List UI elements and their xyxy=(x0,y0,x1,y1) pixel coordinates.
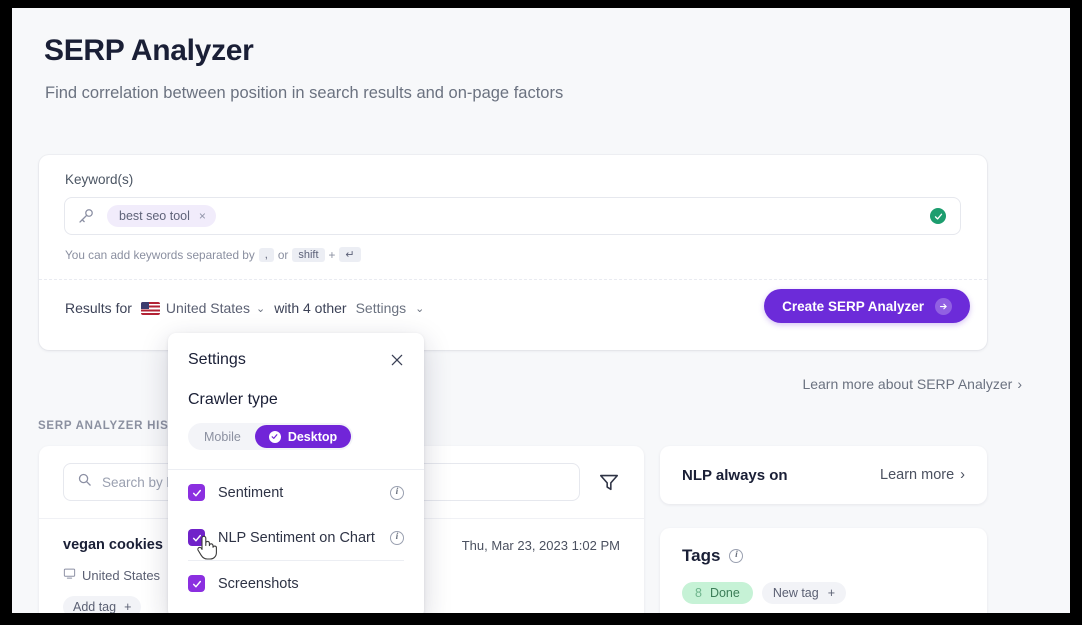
setting-option-sentiment[interactable]: Sentiment i xyxy=(168,470,424,515)
page-subtitle: Find correlation between position in sea… xyxy=(45,84,564,102)
search-icon xyxy=(77,472,92,492)
setting-option-screenshots[interactable]: Screenshots xyxy=(168,561,424,606)
create-button-label: Create SERP Analyzer xyxy=(782,298,924,314)
new-tag-label: New tag xyxy=(772,586,819,600)
keyword-hint: You can add keywords separated by , or s… xyxy=(65,247,361,262)
chevron-down-icon: ⌄ xyxy=(255,302,266,315)
new-tag-button[interactable]: New tag + xyxy=(761,582,847,604)
crawler-option-desktop-label: Desktop xyxy=(287,429,338,444)
keyword-valid-icon xyxy=(930,208,946,224)
plus-icon: + xyxy=(124,600,132,613)
page-title: SERP Analyzer xyxy=(44,34,254,67)
checkbox-screenshots[interactable] xyxy=(188,575,205,592)
setting-option-nlp-sentiment-label: NLP Sentiment on Chart xyxy=(218,529,375,546)
keyword-hint-prefix: You can add keywords separated by xyxy=(65,247,255,262)
setting-option-screenshots-label: Screenshots xyxy=(218,575,299,592)
close-icon[interactable] xyxy=(390,353,404,367)
checkbox-nlp-sentiment-on-chart[interactable] xyxy=(188,529,205,546)
keyword-chip-remove-icon[interactable]: × xyxy=(199,210,206,222)
add-tag-button[interactable]: Add tag + xyxy=(63,596,142,613)
nlp-learn-more-label: Learn more xyxy=(880,467,955,483)
plus-icon: + xyxy=(827,586,836,600)
tags-title: Tags xyxy=(682,546,721,565)
app-screen: SERP Analyzer Find correlation between p… xyxy=(12,8,1070,613)
country-selector[interactable]: United States ⌄ xyxy=(140,300,266,316)
check-circle-icon xyxy=(268,430,281,443)
tag-done-label: Done xyxy=(709,586,740,600)
tags-card: Tags i 8 Done New tag + xyxy=(660,528,987,613)
history-location-label: United States xyxy=(82,567,161,583)
keyword-chip[interactable]: best seo tool × xyxy=(107,205,216,227)
country-name: United States xyxy=(165,300,250,316)
chevron-right-icon: › xyxy=(1017,376,1022,392)
info-icon[interactable]: i xyxy=(390,530,404,545)
crawler-type-label: Crawler type xyxy=(188,391,278,408)
nlp-card-title: NLP always on xyxy=(682,466,788,484)
learn-more-label: Learn more about SERP Analyzer xyxy=(802,376,1013,392)
kbd-enter: ↵ xyxy=(339,247,361,262)
monitor-icon xyxy=(63,567,76,583)
keyword-chip-label: best seo tool xyxy=(119,209,190,223)
crawler-option-mobile[interactable]: Mobile xyxy=(190,425,255,448)
add-tag-label: Add tag xyxy=(73,600,117,613)
results-for-label: Results for xyxy=(65,300,132,316)
keyword-hint-plus: + xyxy=(328,247,336,262)
key-icon xyxy=(77,207,95,225)
history-keyword: vegan cookies xyxy=(63,537,163,553)
tag-done[interactable]: 8 Done xyxy=(682,582,753,604)
keyword-hint-or: or xyxy=(277,247,289,262)
nlp-learn-more-link[interactable]: Learn more › xyxy=(880,467,965,483)
us-flag-icon xyxy=(140,301,160,315)
checkbox-sentiment[interactable] xyxy=(188,484,205,501)
arrow-right-icon xyxy=(935,297,952,315)
history-date: Thu, Mar 23, 2023 1:02 PM xyxy=(461,537,620,553)
setting-option-sentiment-label: Sentiment xyxy=(218,484,284,501)
settings-dropdown-toggle[interactable]: Settings xyxy=(356,300,407,316)
kbd-comma: , xyxy=(258,247,274,262)
settings-popup-title: Settings xyxy=(188,351,246,368)
keyword-label: Keyword(s) xyxy=(65,172,134,187)
info-icon[interactable]: i xyxy=(729,549,744,563)
tag-done-count: 8 xyxy=(695,586,702,600)
setting-option-nlp-sentiment-on-chart[interactable]: NLP Sentiment on Chart i xyxy=(168,515,424,560)
crawler-type-toggle[interactable]: Mobile Desktop xyxy=(188,423,354,450)
with-other-label: with 4 other xyxy=(274,300,347,316)
create-serp-analyzer-button[interactable]: Create SERP Analyzer xyxy=(764,289,970,323)
learn-more-serp-analyzer-link[interactable]: Learn more about SERP Analyzer › xyxy=(802,376,1022,392)
kbd-shift: shift xyxy=(292,247,325,262)
tags-list: 8 Done New tag + xyxy=(682,582,965,604)
chevron-right-icon: › xyxy=(960,467,965,483)
settings-chevron-down-icon[interactable]: ⌄ xyxy=(415,302,424,315)
card-divider xyxy=(39,279,987,280)
settings-popup: Settings Crawler type Mobile Desktop Sen… xyxy=(168,333,424,613)
crawler-option-mobile-label: Mobile xyxy=(204,429,241,444)
results-row: Results for United States ⌄ with 4 other… xyxy=(65,300,424,316)
tags-header: Tags i xyxy=(682,546,965,566)
nlp-always-on-card: NLP always on Learn more › xyxy=(660,446,987,504)
keyword-card: Keyword(s) best seo tool × You can add k… xyxy=(39,155,987,350)
keyword-input[interactable]: best seo tool × xyxy=(64,197,961,235)
settings-popup-header: Settings xyxy=(168,333,424,369)
info-icon[interactable]: i xyxy=(390,485,404,500)
filter-funnel-icon[interactable] xyxy=(598,471,620,493)
crawler-option-desktop[interactable]: Desktop xyxy=(254,425,352,448)
